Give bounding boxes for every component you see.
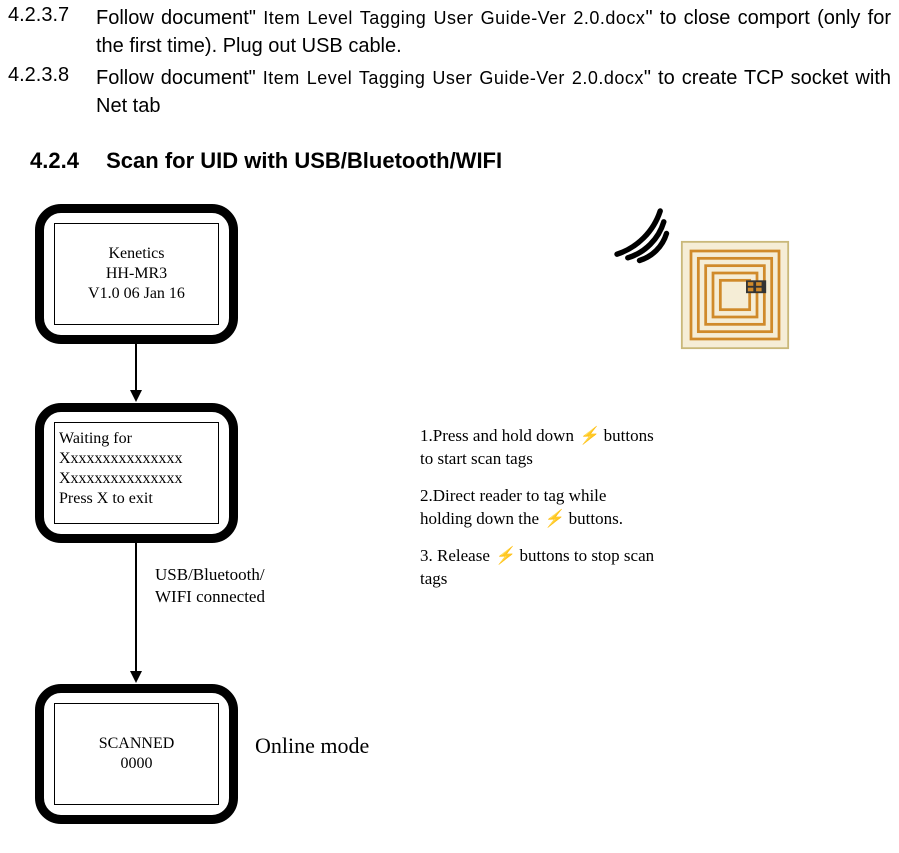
line: Kenetics	[109, 244, 165, 264]
doc-name: Item Level Tagging User Guide-Ver 2.0.do…	[263, 8, 645, 28]
device-inner: Waiting for Xxxxxxxxxxxxxxx Xxxxxxxxxxxx…	[54, 422, 219, 524]
line: HH-MR3	[106, 264, 167, 284]
line: WIFI connected	[155, 586, 265, 608]
heading-title: Scan for UID with USB/Bluetooth/WIFI	[106, 148, 502, 173]
section-number: 4.2.3.8	[8, 64, 96, 120]
lightning-icon: ⚡	[495, 545, 514, 568]
device-screen-boot: Kenetics HH-MR3 V1.0 06 Jan 16	[35, 204, 238, 344]
device-screen-waiting: Waiting for Xxxxxxxxxxxxxxx Xxxxxxxxxxxx…	[35, 403, 238, 543]
line: SCANNED	[99, 734, 175, 754]
mode-label: Online mode	[255, 733, 369, 759]
arrow-head-icon	[130, 671, 142, 683]
doc-name: Item Level Tagging User Guide-Ver 2.0.do…	[263, 68, 644, 88]
line: 0000	[121, 754, 153, 774]
instruction-1: 1.Press and hold down ⚡ buttons to start…	[420, 425, 660, 471]
text: 3. Release	[420, 546, 494, 565]
line: Xxxxxxxxxxxxxxx	[59, 449, 214, 469]
device-inner: Kenetics HH-MR3 V1.0 06 Jan 16	[54, 223, 219, 325]
line: Waiting for	[59, 429, 214, 449]
arrow-head-icon	[130, 390, 142, 402]
line: V1.0 06 Jan 16	[88, 284, 185, 304]
lightning-icon: ⚡	[544, 508, 563, 531]
device-screen-scanned: SCANNED 0000	[35, 684, 238, 824]
text-pre: Follow document"	[96, 67, 263, 89]
section-text: Follow document" Item Level Tagging User…	[96, 64, 891, 120]
heading-number: 4.2.4	[30, 148, 100, 174]
text: buttons.	[564, 509, 623, 528]
instruction-2: 2.Direct reader to tag while holding dow…	[420, 485, 660, 531]
line: USB/Bluetooth/	[155, 564, 265, 586]
arrow-line	[135, 543, 137, 673]
section-4-2-3-8: 4.2.3.8 Follow document" Item Level Tagg…	[0, 64, 899, 120]
line: Xxxxxxxxxxxxxxx	[59, 469, 214, 489]
device-inner: SCANNED 0000	[54, 703, 219, 805]
arrow-label-connection: USB/Bluetooth/ WIFI connected	[155, 564, 265, 608]
heading-4-2-4: 4.2.4 Scan for UID with USB/Bluetooth/WI…	[30, 148, 899, 174]
arrow-line	[135, 344, 137, 392]
rfid-tag-icon	[680, 240, 790, 350]
instruction-3: 3. Release ⚡ buttons to stop scan tags	[420, 545, 660, 591]
instructions: 1.Press and hold down ⚡ buttons to start…	[420, 425, 660, 605]
text-pre: Follow document"	[96, 7, 263, 29]
line: Press X to exit	[59, 489, 214, 509]
diagram: Kenetics HH-MR3 V1.0 06 Jan 16 Waiting f…	[0, 184, 899, 824]
section-4-2-3-7: 4.2.3.7 Follow document" Item Level Tagg…	[0, 4, 899, 60]
signal-waves-icon	[590, 184, 680, 274]
section-number: 4.2.3.7	[8, 4, 96, 60]
text: 1.Press and hold down	[420, 426, 578, 445]
lightning-icon: ⚡	[579, 425, 598, 448]
section-text: Follow document" Item Level Tagging User…	[96, 4, 891, 60]
